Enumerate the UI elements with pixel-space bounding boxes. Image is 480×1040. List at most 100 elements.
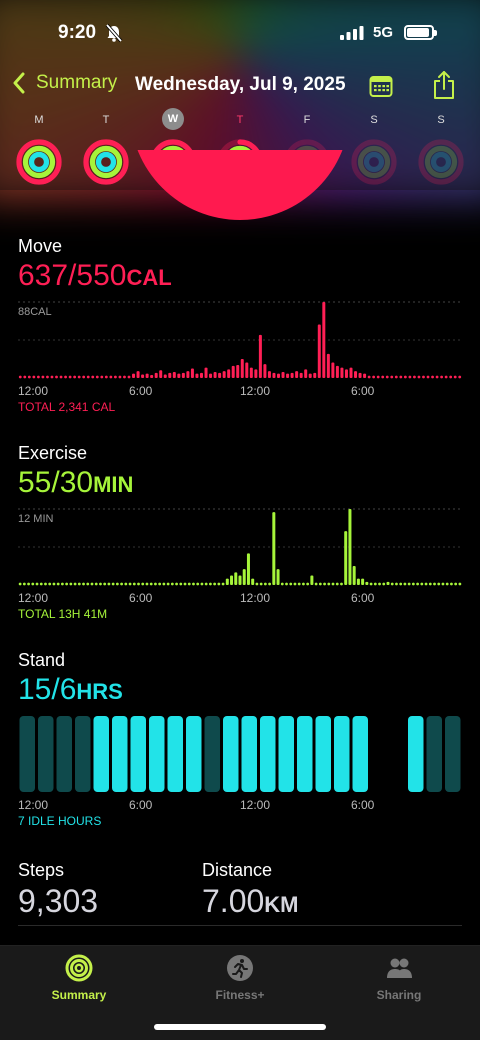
chart-bar	[356, 578, 360, 585]
cellular-signal-icon	[340, 26, 364, 40]
chart-dot	[94, 582, 98, 586]
week-day-letter: M	[34, 114, 44, 126]
chart-dot	[111, 582, 115, 586]
week-day-5[interactable]: S	[349, 108, 399, 186]
chart-bar	[240, 359, 244, 378]
chart-dot	[372, 375, 376, 379]
tick-label: 6:00	[351, 798, 375, 812]
exercise-unit: MIN	[93, 472, 134, 497]
chart-bar	[181, 372, 185, 378]
chart-dot	[82, 375, 86, 379]
chart-dot	[263, 582, 267, 586]
stand-hour-bar-stood	[297, 716, 313, 792]
stand-section: Stand 15/6HRS 12:00 6:00 12:00 6:00 7 ID…	[18, 650, 462, 830]
chart-dot	[411, 582, 415, 586]
chart-bar	[236, 365, 240, 378]
chart-dot	[77, 582, 81, 586]
week-day-letter: S	[370, 114, 378, 126]
stand-hour-bar-stood	[223, 716, 239, 792]
tab-summary[interactable]: Summary	[24, 954, 134, 1002]
calendar-icon[interactable]	[369, 74, 393, 98]
chart-dot	[420, 582, 424, 586]
chart-dot	[128, 582, 132, 586]
chart-bar	[361, 578, 365, 585]
back-button[interactable]: Summary	[12, 72, 117, 94]
status-bar: 9:20 5G	[0, 18, 480, 48]
distance-value: 7.00KM	[202, 883, 299, 920]
chart-bar	[276, 569, 280, 585]
chart-dot	[27, 582, 30, 586]
chart-bar	[234, 572, 238, 585]
week-day-1[interactable]: T	[81, 108, 131, 186]
chart-bar	[310, 575, 314, 585]
chart-dot	[69, 582, 73, 586]
stand-hour-bar-idle	[19, 716, 35, 792]
chart-dot	[378, 582, 381, 586]
distance-unit: KM	[264, 892, 299, 917]
chart-dot	[145, 582, 149, 586]
chart-bar	[277, 373, 281, 378]
chart-dot	[36, 375, 40, 379]
chart-bar	[177, 373, 181, 378]
stand-hour-bar-idle	[426, 716, 442, 792]
chart-dot	[158, 582, 162, 586]
chart-bar	[290, 372, 294, 378]
chart-dot	[170, 582, 174, 586]
chart-dot	[114, 375, 117, 379]
stand-value: 15/6HRS	[18, 673, 462, 707]
distance-label: Distance	[202, 860, 273, 880]
week-day-6[interactable]: S	[416, 108, 466, 186]
chart-dot	[104, 375, 108, 379]
chart-dot	[385, 375, 389, 379]
chart-dot	[416, 582, 419, 586]
chart-bar	[213, 371, 217, 378]
stand-hour-bar-stood	[130, 716, 146, 792]
chart-bar	[358, 372, 362, 378]
chart-dot	[124, 582, 128, 586]
move-section: Move 637/550CAL 88CAL 12:00 6:00 12:00 6…	[18, 236, 462, 416]
chart-dot	[68, 375, 72, 379]
chart-bar	[242, 569, 246, 585]
tick-label: 12:00	[18, 798, 49, 812]
chart-bar	[281, 371, 285, 378]
chart-dot	[441, 582, 445, 586]
status-time: 9:20	[58, 22, 97, 43]
chart-bar	[159, 370, 163, 378]
tick-label: 6:00	[351, 384, 375, 398]
chart-dot	[424, 582, 428, 586]
chart-dot	[103, 582, 107, 586]
exercise-section: Exercise 55/30MIN 12 MIN 12:00 6:00 12:0…	[18, 443, 462, 623]
chart-dot	[431, 375, 434, 379]
stand-hour-bar-stood	[93, 716, 109, 792]
chart-dot	[196, 582, 200, 586]
move-chart	[18, 301, 462, 379]
chart-dot	[64, 375, 67, 379]
chart-dot	[22, 582, 26, 586]
distance-number: 7.00	[202, 883, 265, 919]
chart-dot	[433, 582, 436, 586]
chart-dot	[437, 582, 441, 586]
chart-bar	[222, 371, 226, 378]
chart-bar	[326, 353, 330, 378]
stand-hour-bar-stood	[241, 716, 257, 792]
chart-bar	[136, 371, 140, 378]
stand-hour-bar-stood	[167, 716, 183, 792]
exercise-value-number: 55/30	[18, 466, 94, 499]
chart-bar	[168, 372, 172, 378]
chart-dot	[449, 375, 453, 379]
tab-fitness-plus[interactable]: Fitness+	[185, 954, 295, 1002]
share-icon[interactable]	[432, 70, 456, 100]
chart-bar	[132, 373, 136, 378]
chart-bar	[308, 373, 312, 378]
chart-dot	[73, 582, 77, 586]
steps-value: 9,303	[18, 883, 99, 919]
chart-dot	[35, 582, 39, 586]
week-day-0[interactable]: M	[14, 108, 64, 186]
chart-dot	[376, 375, 380, 379]
tab-sharing[interactable]: Sharing	[344, 954, 454, 1002]
chart-dot	[390, 582, 394, 586]
runner-icon	[227, 955, 253, 981]
people-icon	[387, 958, 412, 978]
chart-bar	[304, 369, 308, 378]
chart-dot	[18, 375, 22, 379]
